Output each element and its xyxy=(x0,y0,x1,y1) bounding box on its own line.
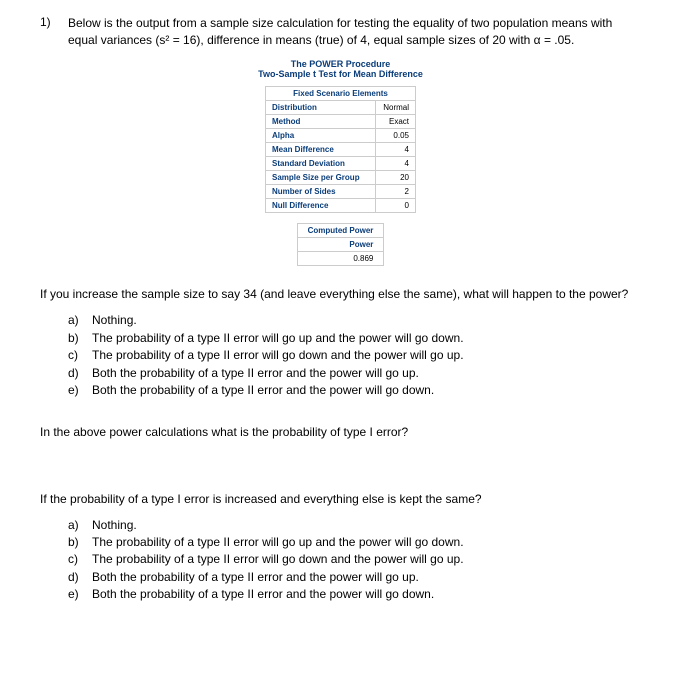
q1-options: a) Nothing. b) The probability of a type I… xyxy=(68,312,641,399)
title-line1: The POWER Procedure xyxy=(258,59,423,70)
row-label: Number of Sides xyxy=(266,185,376,199)
option-item: c) The probability of a type II error wil… xyxy=(68,347,641,364)
option-letter: d) xyxy=(68,569,84,586)
computed-power-table: Computed Power Power 0.869 xyxy=(297,223,385,266)
option-item: b) The probability of a type II error wil… xyxy=(68,330,641,347)
row-label: Null Difference xyxy=(266,199,376,213)
option-item: e) Both the probability of a type II erro… xyxy=(68,586,641,603)
option-letter: a) xyxy=(68,517,84,534)
table-row: MethodExact xyxy=(266,115,416,129)
option-letter: c) xyxy=(68,551,84,568)
q3-options: a) Nothing. b) The probability of a type I… xyxy=(68,517,641,604)
option-text: Both the probability of a type II error … xyxy=(92,586,434,603)
row-label: Distribution xyxy=(266,101,376,115)
row-value: 0.05 xyxy=(376,129,416,143)
row-value: 4 xyxy=(376,143,416,157)
table-row: Number of Sides2 xyxy=(266,185,416,199)
question-text: Below is the output from a sample size c… xyxy=(68,15,641,49)
option-text: Nothing. xyxy=(92,312,137,329)
power-procedure-title: The POWER Procedure Two-Sample t Test fo… xyxy=(258,59,423,81)
option-letter: a) xyxy=(68,312,84,329)
power-output-block: The POWER Procedure Two-Sample t Test fo… xyxy=(40,59,641,267)
row-value: 0 xyxy=(376,199,416,213)
option-letter: e) xyxy=(68,382,84,399)
table-row: Alpha0.05 xyxy=(266,129,416,143)
option-item: d) Both the probability of a type II erro… xyxy=(68,569,641,586)
option-item: a) Nothing. xyxy=(68,312,641,329)
option-item: a) Nothing. xyxy=(68,517,641,534)
computed-header: Computed Power xyxy=(297,224,384,238)
option-text: Both the probability of a type II error … xyxy=(92,382,434,399)
option-text: The probability of a type II error will … xyxy=(92,330,464,347)
table-row: Null Difference0 xyxy=(266,199,416,213)
option-text: Both the probability of a type II error … xyxy=(92,569,419,586)
option-letter: b) xyxy=(68,534,84,551)
option-letter: d) xyxy=(68,365,84,382)
option-letter: e) xyxy=(68,586,84,603)
row-label: Standard Deviation xyxy=(266,157,376,171)
row-label: Method xyxy=(266,115,376,129)
row-label: Sample Size per Group xyxy=(266,171,376,185)
computed-label: Power xyxy=(297,238,384,252)
table-row: Sample Size per Group20 xyxy=(266,171,416,185)
title-line2: Two-Sample t Test for Mean Difference xyxy=(258,69,423,80)
row-value: 20 xyxy=(376,171,416,185)
row-value: Normal xyxy=(376,101,416,115)
option-letter: c) xyxy=(68,347,84,364)
option-text: Nothing. xyxy=(92,517,137,534)
row-value: 4 xyxy=(376,157,416,171)
table-row: Mean Difference4 xyxy=(266,143,416,157)
computed-value: 0.869 xyxy=(297,252,384,266)
question-header: 1) Below is the output from a sample siz… xyxy=(40,15,641,49)
row-label: Alpha xyxy=(266,129,376,143)
option-text: The probability of a type II error will … xyxy=(92,551,464,568)
q1-prompt: If you increase the sample size to say 3… xyxy=(40,286,641,302)
table-row: DistributionNormal xyxy=(266,101,416,115)
option-item: b) The probability of a type II error wil… xyxy=(68,534,641,551)
q3-prompt: If the probability of a type I error is … xyxy=(40,491,641,507)
scenario-header: Fixed Scenario Elements xyxy=(266,87,416,101)
row-value: Exact xyxy=(376,115,416,129)
option-letter: b) xyxy=(68,330,84,347)
row-value: 2 xyxy=(376,185,416,199)
scenario-table: Fixed Scenario Elements DistributionNorm… xyxy=(265,86,416,213)
option-item: d) Both the probability of a type II erro… xyxy=(68,365,641,382)
option-item: c) The probability of a type II error wil… xyxy=(68,551,641,568)
q2-prompt: In the above power calculations what is … xyxy=(40,424,641,440)
option-item: e) Both the probability of a type II erro… xyxy=(68,382,641,399)
option-text: Both the probability of a type II error … xyxy=(92,365,419,382)
table-row: Standard Deviation4 xyxy=(266,157,416,171)
question-number: 1) xyxy=(40,15,58,49)
option-text: The probability of a type II error will … xyxy=(92,534,464,551)
option-text: The probability of a type II error will … xyxy=(92,347,464,364)
row-label: Mean Difference xyxy=(266,143,376,157)
